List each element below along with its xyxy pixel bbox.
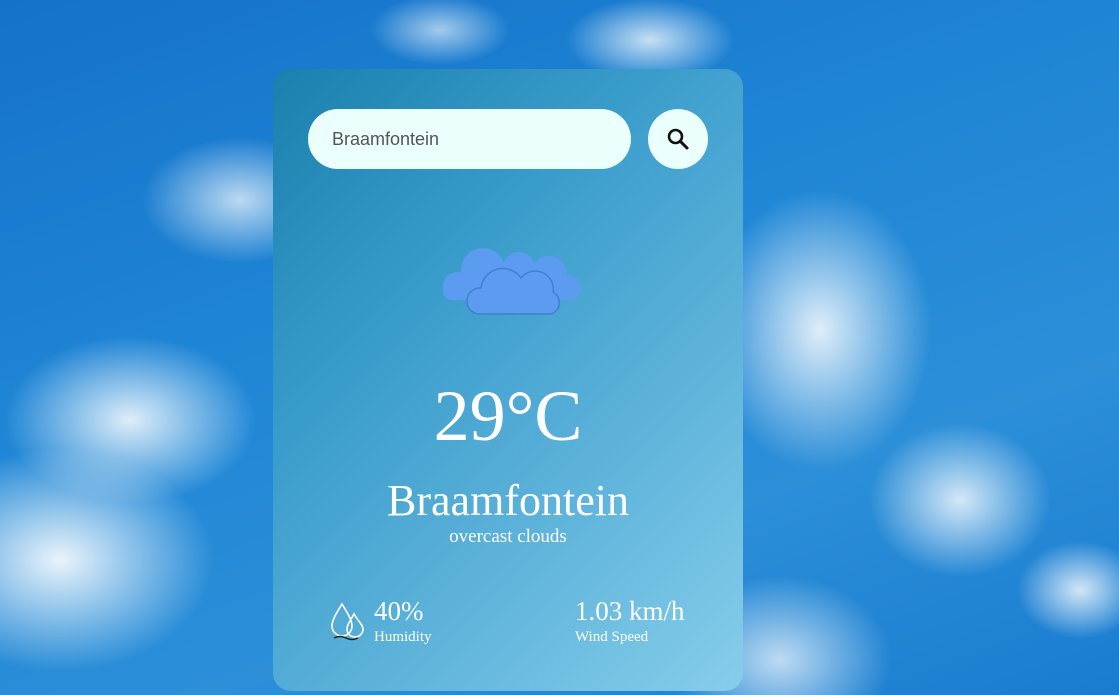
temperature: 29°C: [433, 376, 583, 456]
weather-card: 29°C Braamfontein overcast clouds 40% Hu…: [273, 69, 743, 691]
search-input[interactable]: [308, 109, 631, 169]
search-button[interactable]: [648, 109, 708, 169]
weather-description: overcast clouds: [449, 526, 567, 547]
humidity-label: Humidity: [374, 629, 432, 645]
humidity-value: 40%: [374, 596, 424, 626]
wind-speed-value: 1.03 km/h: [575, 596, 685, 626]
humidity-stat: 40% Humidity: [330, 594, 432, 646]
search-icon: [667, 128, 689, 150]
humidity-icon: [331, 602, 364, 641]
clouds-icon: [443, 248, 581, 315]
city-name: Braamfontein: [387, 476, 629, 525]
wind-speed-label: Wind Speed: [575, 629, 649, 645]
wind-stat: 1.03 km/h Wind Speed: [575, 594, 685, 646]
